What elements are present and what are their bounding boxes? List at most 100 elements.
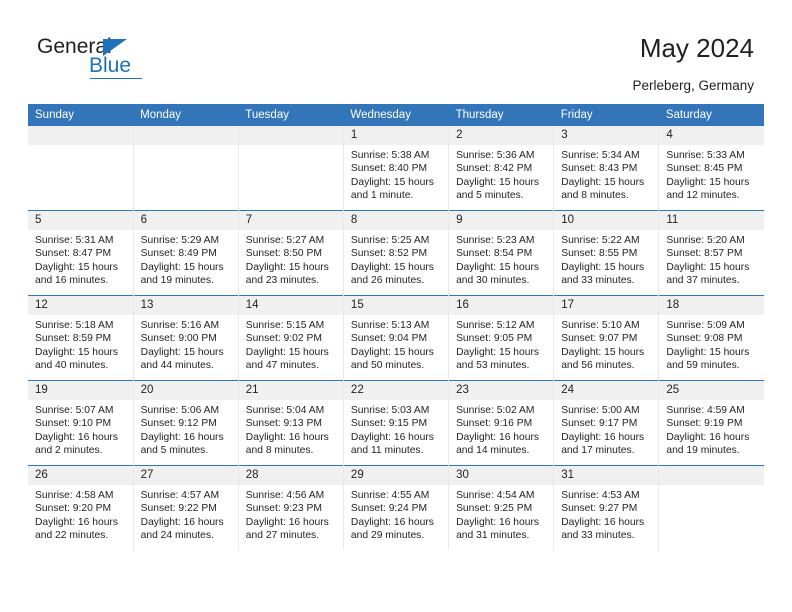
calendar-day-cell[interactable]: 10 Sunrise: 5:22 AM Sunset: 8:55 PM Dayligh… [553,210,660,296]
sunset-text: Sunset: 9:13 PM [245,418,322,430]
day-details: Sunrise: 4:56 AM Sunset: 9:23 PM Daylight:… [239,485,343,543]
daylight-text: Daylight: 15 hours and 44 minutes. [140,346,224,372]
sunrise-text: Sunrise: 4:55 AM [350,490,430,501]
page-title: May 2024 [639,33,754,63]
calendar-day-cell[interactable]: 2 Sunrise: 5:36 AM Sunset: 8:42 PM Daylight… [448,126,555,211]
calendar-day-cell[interactable]: 16 Sunrise: 5:12 AM Sunset: 9:05 PM Dayligh… [448,295,555,381]
daylight-text: Daylight: 15 hours and 53 minutes. [456,346,540,372]
calendar-day-cell[interactable]: 28 Sunrise: 4:56 AM Sunset: 9:23 PM Dayligh… [238,465,344,550]
page-header: General Blue May 2024 Perleberg, Germany [0,0,792,104]
sunrise-text: Sunrise: 4:56 AM [245,490,325,501]
day-details: Sunrise: 5:25 AM Sunset: 8:52 PM Daylight:… [344,230,448,288]
day-details: Sunrise: 4:58 AM Sunset: 9:20 PM Daylight:… [28,485,133,543]
logo-underline [90,78,142,79]
sunset-text: Sunset: 9:20 PM [35,503,112,515]
day-details: Sunrise: 5:07 AM Sunset: 9:10 PM Daylight:… [28,400,133,458]
calendar-day-cell[interactable]: 14 Sunrise: 5:15 AM Sunset: 9:02 PM Dayligh… [238,295,344,381]
day-number: 11 [659,211,764,230]
calendar-day-cell[interactable]: 7 Sunrise: 5:27 AM Sunset: 8:50 PM Daylight… [238,210,344,296]
sunrise-text: Sunrise: 5:02 AM [456,405,535,416]
sunrise-text: Sunrise: 5:16 AM [140,320,220,331]
day-details: Sunrise: 4:59 AM Sunset: 9:19 PM Daylight:… [659,400,764,458]
day-details: Sunrise: 5:06 AM Sunset: 9:12 PM Daylight:… [134,400,238,458]
sunrise-text: Sunrise: 5:23 AM [456,235,535,246]
general-blue-logo: General Blue [37,36,157,84]
sunset-text: Sunset: 8:50 PM [245,248,322,260]
day-number: 22 [343,381,449,400]
calendar-day-cell[interactable]: 26 Sunrise: 4:58 AM Sunset: 9:20 PM Dayligh… [28,465,134,550]
sunrise-text: Sunrise: 5:03 AM [350,405,430,416]
calendar-day-cell[interactable]: 29 Sunrise: 4:55 AM Sunset: 9:24 PM Dayligh… [343,465,450,550]
daylight-text: Daylight: 15 hours and 23 minutes. [245,261,329,287]
sunset-text: Sunset: 9:15 PM [350,418,428,430]
day-details: Sunrise: 5:15 AM Sunset: 9:02 PM Daylight:… [239,315,343,373]
sunrise-text: Sunrise: 5:12 AM [456,320,535,331]
calendar-day-cell[interactable]: 27 Sunrise: 4:57 AM Sunset: 9:22 PM Dayligh… [133,465,239,550]
day-details: Sunrise: 5:27 AM Sunset: 8:50 PM Daylight:… [239,230,343,288]
calendar-day-cell[interactable]: 4 Sunrise: 5:33 AM Sunset: 8:45 PM Daylight… [658,126,764,211]
day-number: 19 [28,381,133,400]
sunset-text: Sunset: 8:42 PM [456,163,533,175]
sunrise-text: Sunrise: 5:07 AM [35,405,114,416]
calendar-week-row: 1 Sunrise: 5:38 AM Sunset: 8:40 PM Daylight… [28,126,764,211]
sunrise-text: Sunrise: 4:57 AM [140,490,220,501]
calendar-day-cell[interactable]: 18 Sunrise: 5:09 AM Sunset: 9:08 PM Dayligh… [658,295,764,381]
day-details: Sunrise: 5:18 AM Sunset: 8:59 PM Daylight:… [28,315,133,373]
calendar-day-cell[interactable]: 1 Sunrise: 5:38 AM Sunset: 8:40 PM Daylight… [343,126,450,211]
day-number: 8 [343,211,449,230]
calendar-day-cell[interactable]: 12 Sunrise: 5:18 AM Sunset: 8:59 PM Dayligh… [28,295,134,381]
sunrise-text: Sunrise: 5:22 AM [561,235,640,246]
daylight-text: Daylight: 16 hours and 11 minutes. [350,431,434,457]
calendar-day-cell[interactable]: 11 Sunrise: 5:20 AM Sunset: 8:57 PM Dayligh… [658,210,764,296]
day-number [238,126,343,145]
daylight-text: Daylight: 16 hours and 8 minutes. [245,431,329,457]
calendar-day-cell-empty [238,126,344,211]
daylight-text: Daylight: 15 hours and 1 minute. [350,176,434,202]
calendar-day-cell[interactable]: 20 Sunrise: 5:06 AM Sunset: 9:12 PM Dayligh… [133,380,239,466]
calendar-week-row: 26 Sunrise: 4:58 AM Sunset: 9:20 PM Dayligh… [28,465,764,550]
calendar-day-cell[interactable]: 6 Sunrise: 5:29 AM Sunset: 8:49 PM Daylight… [133,210,239,296]
daylight-text: Daylight: 15 hours and 47 minutes. [245,346,329,372]
daylight-text: Daylight: 15 hours and 33 minutes. [561,261,645,287]
daylight-text: Daylight: 15 hours and 50 minutes. [350,346,434,372]
day-details: Sunrise: 5:16 AM Sunset: 9:00 PM Daylight:… [134,315,238,373]
sunrise-text: Sunrise: 5:33 AM [666,150,745,161]
daylight-text: Daylight: 16 hours and 33 minutes. [561,516,645,542]
weekday-header-monday: Monday [133,104,239,126]
sunset-text: Sunset: 8:40 PM [350,163,428,175]
day-number [133,126,238,145]
calendar-day-cell[interactable]: 15 Sunrise: 5:13 AM Sunset: 9:04 PM Dayligh… [343,295,450,381]
sunrise-text: Sunrise: 5:27 AM [245,235,325,246]
sunset-text: Sunset: 9:04 PM [350,333,428,345]
calendar-day-cell[interactable]: 22 Sunrise: 5:03 AM Sunset: 9:15 PM Dayligh… [343,380,450,466]
calendar-day-cell[interactable]: 17 Sunrise: 5:10 AM Sunset: 9:07 PM Dayligh… [553,295,660,381]
calendar-day-cell[interactable]: 19 Sunrise: 5:07 AM Sunset: 9:10 PM Dayligh… [28,380,134,466]
day-number: 10 [554,211,659,230]
calendar-day-cell[interactable]: 31 Sunrise: 4:53 AM Sunset: 9:27 PM Dayligh… [553,465,660,550]
calendar-day-cell[interactable]: 25 Sunrise: 4:59 AM Sunset: 9:19 PM Dayligh… [658,380,764,466]
calendar-day-cell[interactable]: 24 Sunrise: 5:00 AM Sunset: 9:17 PM Dayligh… [553,380,660,466]
calendar-day-cell[interactable]: 9 Sunrise: 5:23 AM Sunset: 8:54 PM Daylight… [448,210,555,296]
daylight-text: Daylight: 16 hours and 19 minutes. [666,431,750,457]
sunrise-text: Sunrise: 5:18 AM [35,320,114,331]
calendar-day-cell[interactable]: 5 Sunrise: 5:31 AM Sunset: 8:47 PM Daylight… [28,210,134,296]
calendar-day-cell[interactable]: 13 Sunrise: 5:16 AM Sunset: 9:00 PM Dayligh… [133,295,239,381]
calendar-week-row: 19 Sunrise: 5:07 AM Sunset: 9:10 PM Dayligh… [28,380,764,466]
calendar-day-cell[interactable]: 8 Sunrise: 5:25 AM Sunset: 8:52 PM Daylight… [343,210,450,296]
day-number: 21 [238,381,343,400]
weekday-header-wednesday: Wednesday [343,104,449,126]
day-number: 26 [28,466,133,485]
sunrise-text: Sunrise: 4:53 AM [561,490,640,501]
calendar-day-cell[interactable]: 23 Sunrise: 5:02 AM Sunset: 9:16 PM Dayligh… [448,380,555,466]
calendar-day-cell[interactable]: 3 Sunrise: 5:34 AM Sunset: 8:43 PM Daylight… [553,126,660,211]
sunset-text: Sunset: 8:52 PM [350,248,428,260]
calendar-day-cell[interactable]: 21 Sunrise: 5:04 AM Sunset: 9:13 PM Dayligh… [238,380,344,466]
sunset-text: Sunset: 8:45 PM [666,163,743,175]
day-number: 3 [554,126,659,145]
weekday-header-saturday: Saturday [658,104,764,126]
daylight-text: Daylight: 15 hours and 40 minutes. [35,346,118,372]
daylight-text: Daylight: 15 hours and 26 minutes. [350,261,434,287]
calendar-day-cell[interactable]: 30 Sunrise: 4:54 AM Sunset: 9:25 PM Dayligh… [448,465,555,550]
daylight-text: Daylight: 15 hours and 30 minutes. [456,261,540,287]
day-number: 1 [343,126,449,145]
